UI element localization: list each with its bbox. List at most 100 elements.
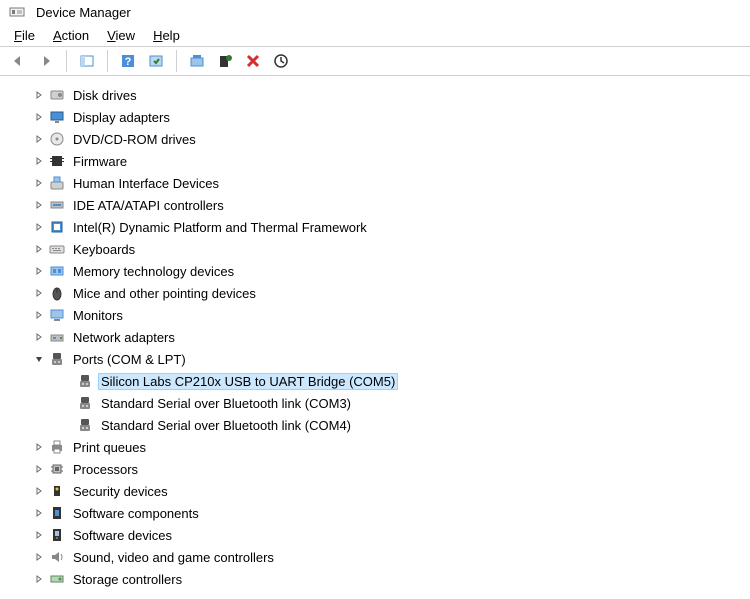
firmware-icon: [48, 153, 66, 169]
tree-item-label: Software devices: [70, 527, 175, 544]
expand-icon[interactable]: [32, 308, 46, 322]
tree-item[interactable]: Ports (COM & LPT): [32, 348, 746, 370]
security-icon: [48, 483, 66, 499]
tree-item-label: Software components: [70, 505, 202, 522]
expand-icon[interactable]: [32, 484, 46, 498]
expand-icon[interactable]: [32, 528, 46, 542]
tree-item[interactable]: Human Interface Devices: [32, 172, 746, 194]
tree-item-label: Monitors: [70, 307, 126, 324]
expand-icon[interactable]: [32, 242, 46, 256]
menu-action[interactable]: Action: [45, 26, 97, 45]
tree-item[interactable]: Software components: [32, 502, 746, 524]
titlebar: Device Manager: [0, 0, 750, 24]
expand-icon[interactable]: [32, 198, 46, 212]
toolbar-separator: [176, 50, 177, 72]
toolbar: ?: [0, 46, 750, 76]
forward-button[interactable]: [34, 49, 58, 73]
tree-item[interactable]: IDE ATA/ATAPI controllers: [32, 194, 746, 216]
tree-item[interactable]: Standard Serial over Bluetooth link (COM…: [60, 414, 746, 436]
expand-icon[interactable]: [32, 110, 46, 124]
tree-item-label: IDE ATA/ATAPI controllers: [70, 197, 227, 214]
tree-item-label: Standard Serial over Bluetooth link (COM…: [98, 417, 354, 434]
uninstall-device-button[interactable]: [213, 49, 237, 73]
tree-item[interactable]: Memory technology devices: [32, 260, 746, 282]
port-cat-icon: [48, 351, 66, 367]
device-manager-window: Device Manager File Action View Help ? D…: [0, 0, 750, 599]
tree-item[interactable]: Sound, video and game controllers: [32, 546, 746, 568]
display-icon: [48, 109, 66, 125]
intel-icon: [48, 219, 66, 235]
tree-item[interactable]: Keyboards: [32, 238, 746, 260]
toolbar-separator: [107, 50, 108, 72]
menu-view[interactable]: View: [99, 26, 143, 45]
cpu-icon: [48, 461, 66, 477]
tree-item[interactable]: Print queues: [32, 436, 746, 458]
tree-item[interactable]: Intel(R) Dynamic Platform and Thermal Fr…: [32, 216, 746, 238]
port-icon: [76, 373, 94, 389]
monitor-icon: [48, 307, 66, 323]
tree-item-label: Disk drives: [70, 87, 140, 104]
tree-item-label: Intel(R) Dynamic Platform and Thermal Fr…: [70, 219, 370, 236]
tree-item-label: Display adapters: [70, 109, 173, 126]
tree-item[interactable]: Standard Serial over Bluetooth link (COM…: [60, 392, 746, 414]
scan-hardware-button[interactable]: [144, 49, 168, 73]
tree-item-label: Silicon Labs CP210x USB to UART Bridge (…: [98, 373, 398, 390]
port-icon: [76, 417, 94, 433]
tree-item-label: Memory technology devices: [70, 263, 237, 280]
expand-icon[interactable]: [32, 132, 46, 146]
tree-item[interactable]: Silicon Labs CP210x USB to UART Bridge (…: [60, 370, 746, 392]
expand-icon[interactable]: [32, 550, 46, 564]
swdev-icon: [48, 527, 66, 543]
device-tree[interactable]: Disk drives Display adapters DVD/CD-ROM dr…: [0, 76, 750, 599]
expand-icon[interactable]: [32, 440, 46, 454]
tree-item-label: DVD/CD-ROM drives: [70, 131, 199, 148]
printer-icon: [48, 439, 66, 455]
tree-item[interactable]: Firmware: [32, 150, 746, 172]
tree-item[interactable]: Processors: [32, 458, 746, 480]
expand-icon[interactable]: [32, 462, 46, 476]
tree-item-label: Security devices: [70, 483, 171, 500]
tree-item-label: Standard Serial over Bluetooth link (COM…: [98, 395, 354, 412]
dvd-icon: [48, 131, 66, 147]
expand-icon[interactable]: [32, 176, 46, 190]
menu-help[interactable]: Help: [145, 26, 188, 45]
memory-icon: [48, 263, 66, 279]
expand-icon[interactable]: [32, 154, 46, 168]
show-hide-console-button[interactable]: [75, 49, 99, 73]
tree-item[interactable]: Storage controllers: [32, 568, 746, 590]
hid-icon: [48, 175, 66, 191]
help-button[interactable]: ?: [116, 49, 140, 73]
expand-icon[interactable]: [32, 330, 46, 344]
tree-item-label: Storage controllers: [70, 571, 185, 588]
update-driver-button[interactable]: [185, 49, 209, 73]
disk-icon: [48, 87, 66, 103]
tree-item[interactable]: Monitors: [32, 304, 746, 326]
tree-item[interactable]: Security devices: [32, 480, 746, 502]
back-button[interactable]: [6, 49, 30, 73]
window-title: Device Manager: [36, 5, 131, 20]
swcomp-icon: [48, 505, 66, 521]
tree-item[interactable]: Network adapters: [32, 326, 746, 348]
menu-file[interactable]: File: [6, 26, 43, 45]
collapse-icon[interactable]: [32, 352, 46, 366]
tree-item[interactable]: Disk drives: [32, 84, 746, 106]
tree-item[interactable]: Software devices: [32, 524, 746, 546]
expand-icon[interactable]: [32, 286, 46, 300]
network-icon: [48, 329, 66, 345]
expand-icon[interactable]: [32, 264, 46, 278]
menubar: File Action View Help: [0, 24, 750, 46]
expand-icon[interactable]: [32, 88, 46, 102]
tree-item-label: Processors: [70, 461, 141, 478]
tree-item[interactable]: Mice and other pointing devices: [32, 282, 746, 304]
tree-item-label: Ports (COM & LPT): [70, 351, 189, 368]
ide-icon: [48, 197, 66, 213]
disable-device-button[interactable]: [241, 49, 265, 73]
expand-icon[interactable]: [32, 572, 46, 586]
mouse-icon: [48, 285, 66, 301]
expand-icon[interactable]: [32, 220, 46, 234]
keyboard-icon: [48, 241, 66, 257]
expand-icon[interactable]: [32, 506, 46, 520]
tree-item[interactable]: Display adapters: [32, 106, 746, 128]
tree-item[interactable]: DVD/CD-ROM drives: [32, 128, 746, 150]
enable-device-button[interactable]: [269, 49, 293, 73]
